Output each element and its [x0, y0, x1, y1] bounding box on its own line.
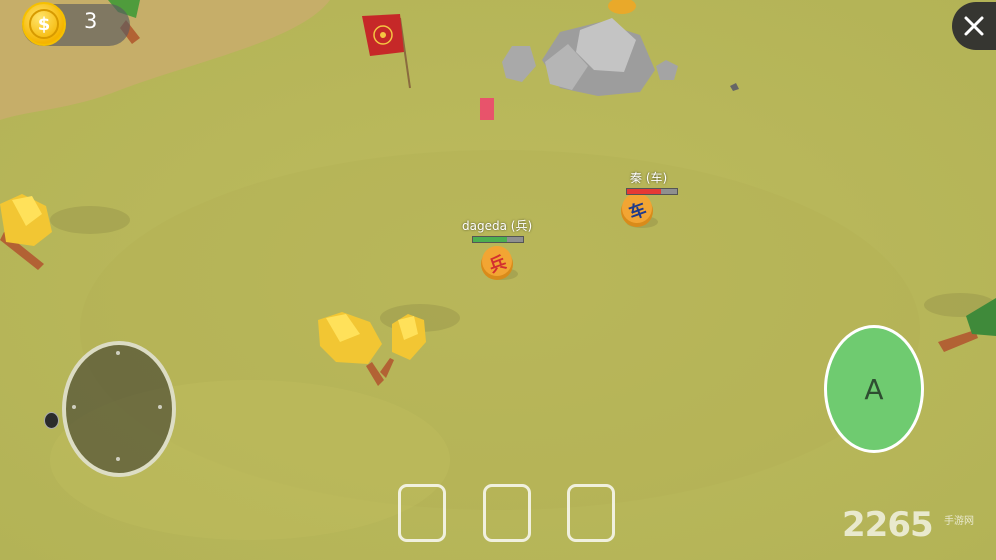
player-name-label: dageda (兵)	[462, 219, 533, 233]
coin-symbol: $	[29, 9, 59, 39]
item-slot[interactable]	[398, 484, 446, 542]
enemy-health-bar	[626, 188, 678, 195]
joystick-handle[interactable]	[44, 412, 59, 429]
item-slot[interactable]	[483, 484, 531, 542]
enemy-name-label: 秦 (车)	[630, 171, 668, 185]
attack-button[interactable]: A	[824, 325, 924, 453]
watermark-sub: 手游网	[944, 516, 974, 527]
player-health-bar	[472, 236, 524, 243]
pink-block	[480, 98, 494, 120]
watermark: 2265	[842, 505, 934, 545]
close-button[interactable]	[952, 2, 996, 50]
coin-count: 3	[84, 9, 98, 33]
item-slot[interactable]	[567, 484, 615, 542]
movement-joystick[interactable]	[62, 341, 176, 477]
game-scene	[0, 0, 996, 560]
coin-icon: $	[22, 2, 66, 46]
close-icon	[964, 16, 984, 36]
